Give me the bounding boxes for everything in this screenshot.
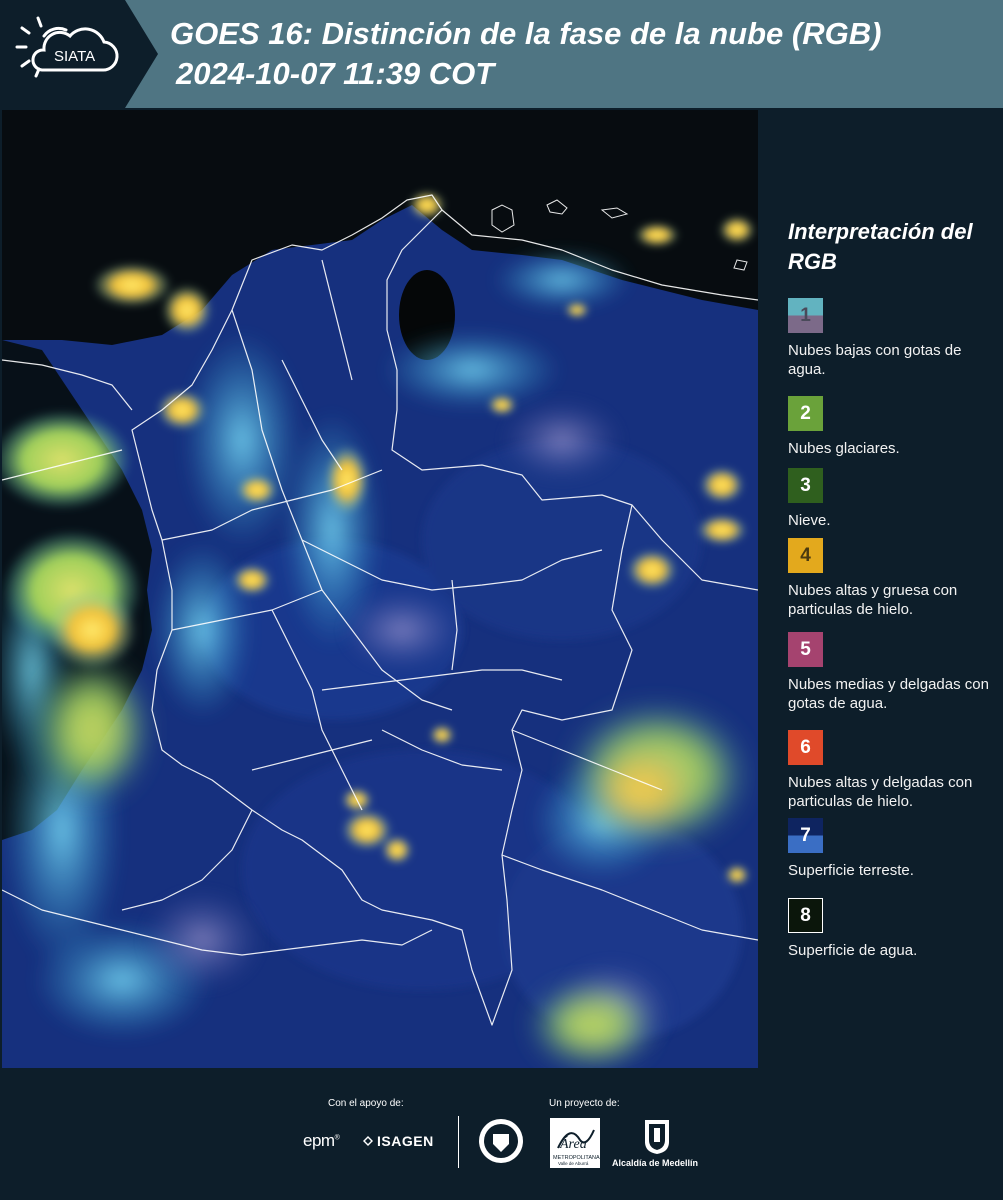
legend-number: 7 bbox=[800, 824, 811, 846]
university-seal-icon bbox=[477, 1116, 525, 1166]
isagen-mark-icon bbox=[362, 1134, 374, 1146]
siata-sun-cloud-icon: SIATA bbox=[15, 16, 119, 78]
project-label: Un proyecto de: bbox=[549, 1098, 620, 1109]
siata-logo: SIATA bbox=[0, 0, 158, 108]
isagen-logo-text: ISAGEN bbox=[377, 1133, 434, 1149]
legend-label: Nubes altas y gruesa con particulas de h… bbox=[788, 582, 958, 618]
legend-number: 1 bbox=[800, 304, 811, 326]
epm-logo: epm® bbox=[303, 1131, 340, 1150]
legend-label: Superficie terreste. bbox=[788, 862, 914, 879]
epm-logo-text: epm bbox=[303, 1131, 335, 1150]
legend-item: 8 Superficie de agua. bbox=[788, 898, 993, 960]
legend-label: Nubes medias y delgadas con gotas de agu… bbox=[788, 676, 989, 712]
legend-item: 6 Nubes altas y delgadas con particulas d… bbox=[788, 730, 993, 811]
legend-item: 7 Superficie terreste. bbox=[788, 818, 993, 880]
legend-swatch: 4 bbox=[788, 538, 823, 573]
legend-swatch: 5 bbox=[788, 632, 823, 667]
legend-swatch: 1 bbox=[788, 298, 823, 333]
support-label: Con el apoyo de: bbox=[328, 1098, 404, 1109]
isagen-logo: ISAGEN bbox=[362, 1133, 434, 1149]
legend-number: 3 bbox=[800, 474, 811, 496]
legend-number: 4 bbox=[800, 544, 811, 566]
legend-swatch: 6 bbox=[788, 730, 823, 765]
alcaldia-label: Alcaldía de Medellín bbox=[612, 1158, 699, 1168]
page-timestamp: 2024-10-07 11:39 COT bbox=[176, 56, 495, 91]
area-metropolitana-logo: Área METROPOLITANA Valle de Aburrá bbox=[550, 1118, 600, 1168]
legend-swatch: 7 bbox=[788, 818, 823, 853]
legend-item: 1 Nubes bajas con gotas de agua. bbox=[788, 298, 993, 379]
legend-label: Nieve. bbox=[788, 512, 831, 529]
footer-divider bbox=[458, 1116, 459, 1168]
legend-number: 2 bbox=[800, 402, 811, 424]
legend-swatch: 2 bbox=[788, 396, 823, 431]
svg-text:Área: Área bbox=[559, 1135, 587, 1152]
legend-item: 2 Nubes glaciares. bbox=[788, 396, 993, 458]
legend-label: Nubes altas y delgadas con particulas de… bbox=[788, 774, 973, 810]
svg-text:Valle de Aburrá: Valle de Aburrá bbox=[558, 1161, 589, 1166]
svg-text:SIATA: SIATA bbox=[54, 48, 95, 65]
legend-number: 8 bbox=[800, 904, 811, 926]
legend-item: 4 Nubes altas y gruesa con particulas de … bbox=[788, 538, 993, 619]
legend-label: Superficie de agua. bbox=[788, 942, 918, 959]
alcaldia-shield-icon bbox=[643, 1118, 671, 1156]
legend-label: Nubes glaciares. bbox=[788, 440, 900, 457]
legend-label: Nubes bajas con gotas de agua. bbox=[788, 342, 962, 378]
page-title: GOES 16: Distinción de la fase de la nub… bbox=[170, 16, 882, 51]
legend-item: 5 Nubes medias y delgadas con gotas de ag… bbox=[788, 632, 993, 713]
area-metropolitana-mark-icon: Área METROPOLITANA Valle de Aburrá bbox=[553, 1129, 600, 1166]
legend-title: Interpretación del RGB bbox=[788, 219, 973, 274]
legend-swatch: 3 bbox=[788, 468, 823, 503]
satellite-rgb-image bbox=[2, 110, 758, 1068]
legend-swatch: 8 bbox=[788, 898, 823, 933]
legend-number: 5 bbox=[800, 638, 811, 660]
legend-number: 6 bbox=[800, 736, 811, 758]
header-bar: SIATA GOES 16: Distinción de la fase de … bbox=[0, 0, 1003, 108]
legend-item: 3 Nieve. bbox=[788, 468, 993, 530]
